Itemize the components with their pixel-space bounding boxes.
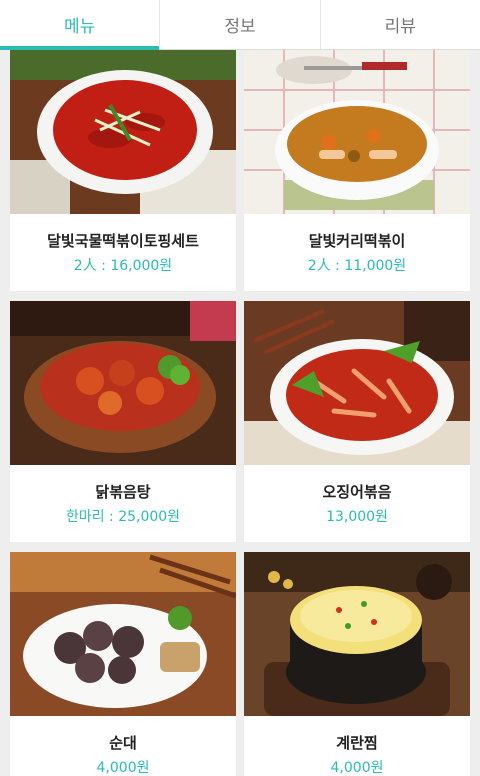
menu-grid: 달빛국물떡볶이토핑세트 2人 : 16,000원 달빛커리떡볶이 2人: 11…	[0, 50, 480, 776]
braised-chicken-photo	[10, 301, 236, 465]
tteokbokki-soup-photo	[10, 50, 236, 214]
tab-reviews[interactable]: 리뷰	[321, 0, 480, 49]
steamed-egg-photo	[244, 552, 470, 716]
menu-item-name: 오징어볶음	[322, 483, 392, 501]
curry-tteokbokki-photo	[244, 50, 470, 214]
menu-item-price: 4,000원	[330, 760, 384, 776]
stir-fried-squid-photo	[244, 301, 470, 465]
tab-menu[interactable]: 메뉴	[0, 0, 161, 50]
sundae-photo	[10, 552, 236, 716]
tab-bar: 메뉴 정보 리뷰	[0, 0, 480, 50]
menu-item-price: 2人 : 11,000원	[307, 258, 407, 274]
menu-item-card[interactable]: 닭볶음탕 한마리 : 25,000원	[10, 301, 236, 542]
menu-item-price: 4,000원	[96, 760, 150, 776]
menu-item-card[interactable]: 순대 4,000원	[10, 552, 236, 776]
menu-item-name: 계란찜	[336, 734, 378, 752]
menu-item-card[interactable]: 달빛커리떡볶이 2人 : 11,000원	[244, 50, 470, 291]
menu-item-name: 달빛국물떡볶이토핑세트	[47, 232, 199, 250]
menu-item-price: 한마리 : 25,000원	[65, 509, 181, 525]
menu-item-name: 순대	[109, 734, 137, 752]
menu-item-card[interactable]: 오징어볶음 13,000원	[244, 301, 470, 542]
menu-item-card[interactable]: 달빛국물떡볶이토핑세트 2人 : 16,000원	[10, 50, 236, 291]
menu-item-name: 달빛커리떡볶이	[308, 232, 406, 250]
menu-item-card[interactable]: 계란찜 4,000원	[244, 552, 470, 776]
tab-info[interactable]: 정보	[160, 0, 321, 49]
menu-item-price: 2人 : 16,000원	[73, 258, 173, 274]
menu-item-name: 닭볶음탕	[95, 483, 151, 501]
menu-item-price: 13,000원	[326, 509, 388, 525]
